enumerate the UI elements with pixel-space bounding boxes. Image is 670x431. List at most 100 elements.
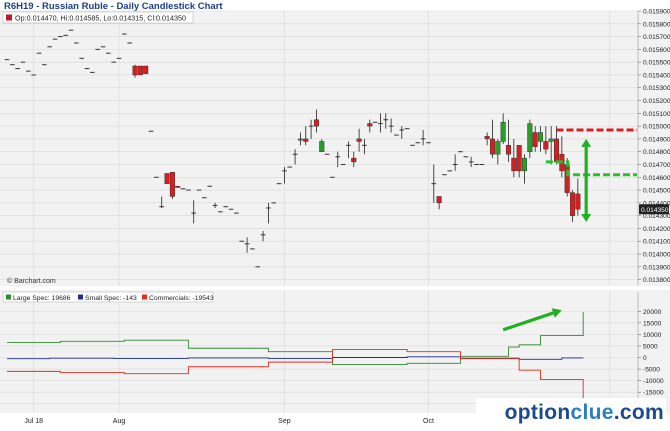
watermark-suffix: .com xyxy=(613,401,664,424)
candle-body xyxy=(143,65,149,74)
candle-body xyxy=(516,145,522,172)
candle xyxy=(244,237,250,253)
price-tick-label: 0.013900 xyxy=(643,264,670,271)
candle xyxy=(532,126,538,152)
candle xyxy=(319,138,325,152)
ohlc-swatch xyxy=(6,14,12,21)
candle xyxy=(431,164,437,203)
candle-body xyxy=(367,123,373,127)
price-y-axis: 0.015900 0.015800 0.015700 0.015600 0.015500… xyxy=(637,9,670,286)
x-tick-label: Oct xyxy=(423,418,434,425)
legend-large-spec: Large Spec: 19686 xyxy=(13,295,71,302)
price-tick-label: 0.015600 xyxy=(643,47,670,54)
price-tick-label: 0.015800 xyxy=(643,21,670,28)
price-tick-label: 0.014200 xyxy=(643,226,670,233)
x-tick-label: Sep xyxy=(278,418,291,425)
legend-swatch-commercials xyxy=(142,294,147,300)
candle-body xyxy=(527,123,533,152)
candle xyxy=(169,171,175,200)
price-tick-label: 0.015500 xyxy=(643,60,670,67)
candle-body xyxy=(554,138,560,163)
cot-trend-arrow-shaft xyxy=(502,311,554,332)
price-tick-label: 0.013800 xyxy=(643,277,670,284)
candle xyxy=(495,138,501,165)
range-arrow-head-up xyxy=(581,138,592,147)
candle xyxy=(399,126,405,139)
candle-body xyxy=(303,138,309,142)
candle xyxy=(543,126,549,155)
price-tick-label: 0.014900 xyxy=(643,136,670,143)
candlestick-chart: 0.015900 0.015800 0.015700 0.015600 0.015500… xyxy=(0,9,670,425)
cot-tick-label: 15000 xyxy=(643,320,662,327)
candle xyxy=(436,196,442,210)
cot-tick-label: 10000 xyxy=(643,332,662,339)
candle xyxy=(554,126,560,165)
candle xyxy=(159,196,165,208)
candles xyxy=(4,29,581,268)
candle-body xyxy=(436,196,442,204)
x-tick-label: Jul 18 xyxy=(24,418,43,425)
candle xyxy=(489,119,495,159)
candle xyxy=(137,65,143,76)
cot-grid xyxy=(0,292,638,413)
candle xyxy=(559,136,565,178)
candle xyxy=(313,109,319,133)
price-tick-label: 0.014100 xyxy=(643,239,670,246)
candle xyxy=(303,126,309,146)
candle-body xyxy=(521,157,527,172)
price-tick-label: 0.014700 xyxy=(643,162,670,169)
legend-small-spec: Small Spec: -143 xyxy=(85,295,137,302)
candle xyxy=(388,118,394,133)
legend-swatch-large-spec xyxy=(6,294,11,300)
candle xyxy=(511,138,517,178)
candle xyxy=(266,202,271,224)
candle xyxy=(346,141,351,159)
candle xyxy=(516,145,522,178)
candle xyxy=(378,113,383,133)
barchart-credit: © Barchart.com xyxy=(7,277,56,285)
watermark-accent: clue xyxy=(570,401,614,424)
candle-body xyxy=(137,65,143,76)
price-tick-label: 0.014000 xyxy=(643,252,670,259)
candle xyxy=(527,119,533,159)
candle-body xyxy=(164,173,170,184)
candle-body xyxy=(543,141,549,150)
candle-body xyxy=(532,132,538,147)
candle-body xyxy=(356,138,362,142)
candle-body xyxy=(319,141,325,152)
price-tick-label: 0.015000 xyxy=(643,124,670,131)
x-tick-label: Aug xyxy=(113,418,126,425)
candle-body xyxy=(313,119,319,127)
cot-tick-label: 20000 xyxy=(643,309,662,316)
candle-body xyxy=(575,193,581,210)
candle xyxy=(548,126,554,165)
candle xyxy=(308,119,314,139)
candle xyxy=(175,186,181,188)
candle-body xyxy=(351,157,357,163)
candle xyxy=(143,65,149,74)
candle-body xyxy=(564,164,570,193)
candle-body xyxy=(505,145,511,155)
candle-body xyxy=(297,138,303,141)
candle-body xyxy=(548,138,554,142)
candle-body xyxy=(570,192,576,216)
legend-commercials: Commercials: -19543 xyxy=(149,295,214,302)
price-tick-label: 0.015100 xyxy=(643,111,670,118)
price-tick-label: 0.014500 xyxy=(643,188,670,195)
cot-tick-label: -15000 xyxy=(643,390,664,397)
cot-line-large-spec xyxy=(7,311,584,365)
candle xyxy=(212,202,218,208)
price-tick-label: 0.014800 xyxy=(643,149,670,156)
candle xyxy=(356,128,362,152)
ohlc-readout: Op:0.014470, Hi:0.014585, Lo:0.014315, C… xyxy=(15,14,186,23)
candle xyxy=(297,132,303,146)
candle-body xyxy=(538,132,544,142)
candle-body xyxy=(169,171,175,197)
watermark-logo: optionclue.com xyxy=(505,401,664,425)
candle xyxy=(468,156,474,168)
legend-swatch-small-spec xyxy=(78,294,83,300)
candle-body xyxy=(175,186,181,188)
cot-y-axis: 20000150001000050000-5000-10000-15000-20… xyxy=(637,292,664,413)
price-tick-label: 0.015300 xyxy=(643,85,670,92)
candle-body xyxy=(484,136,490,140)
